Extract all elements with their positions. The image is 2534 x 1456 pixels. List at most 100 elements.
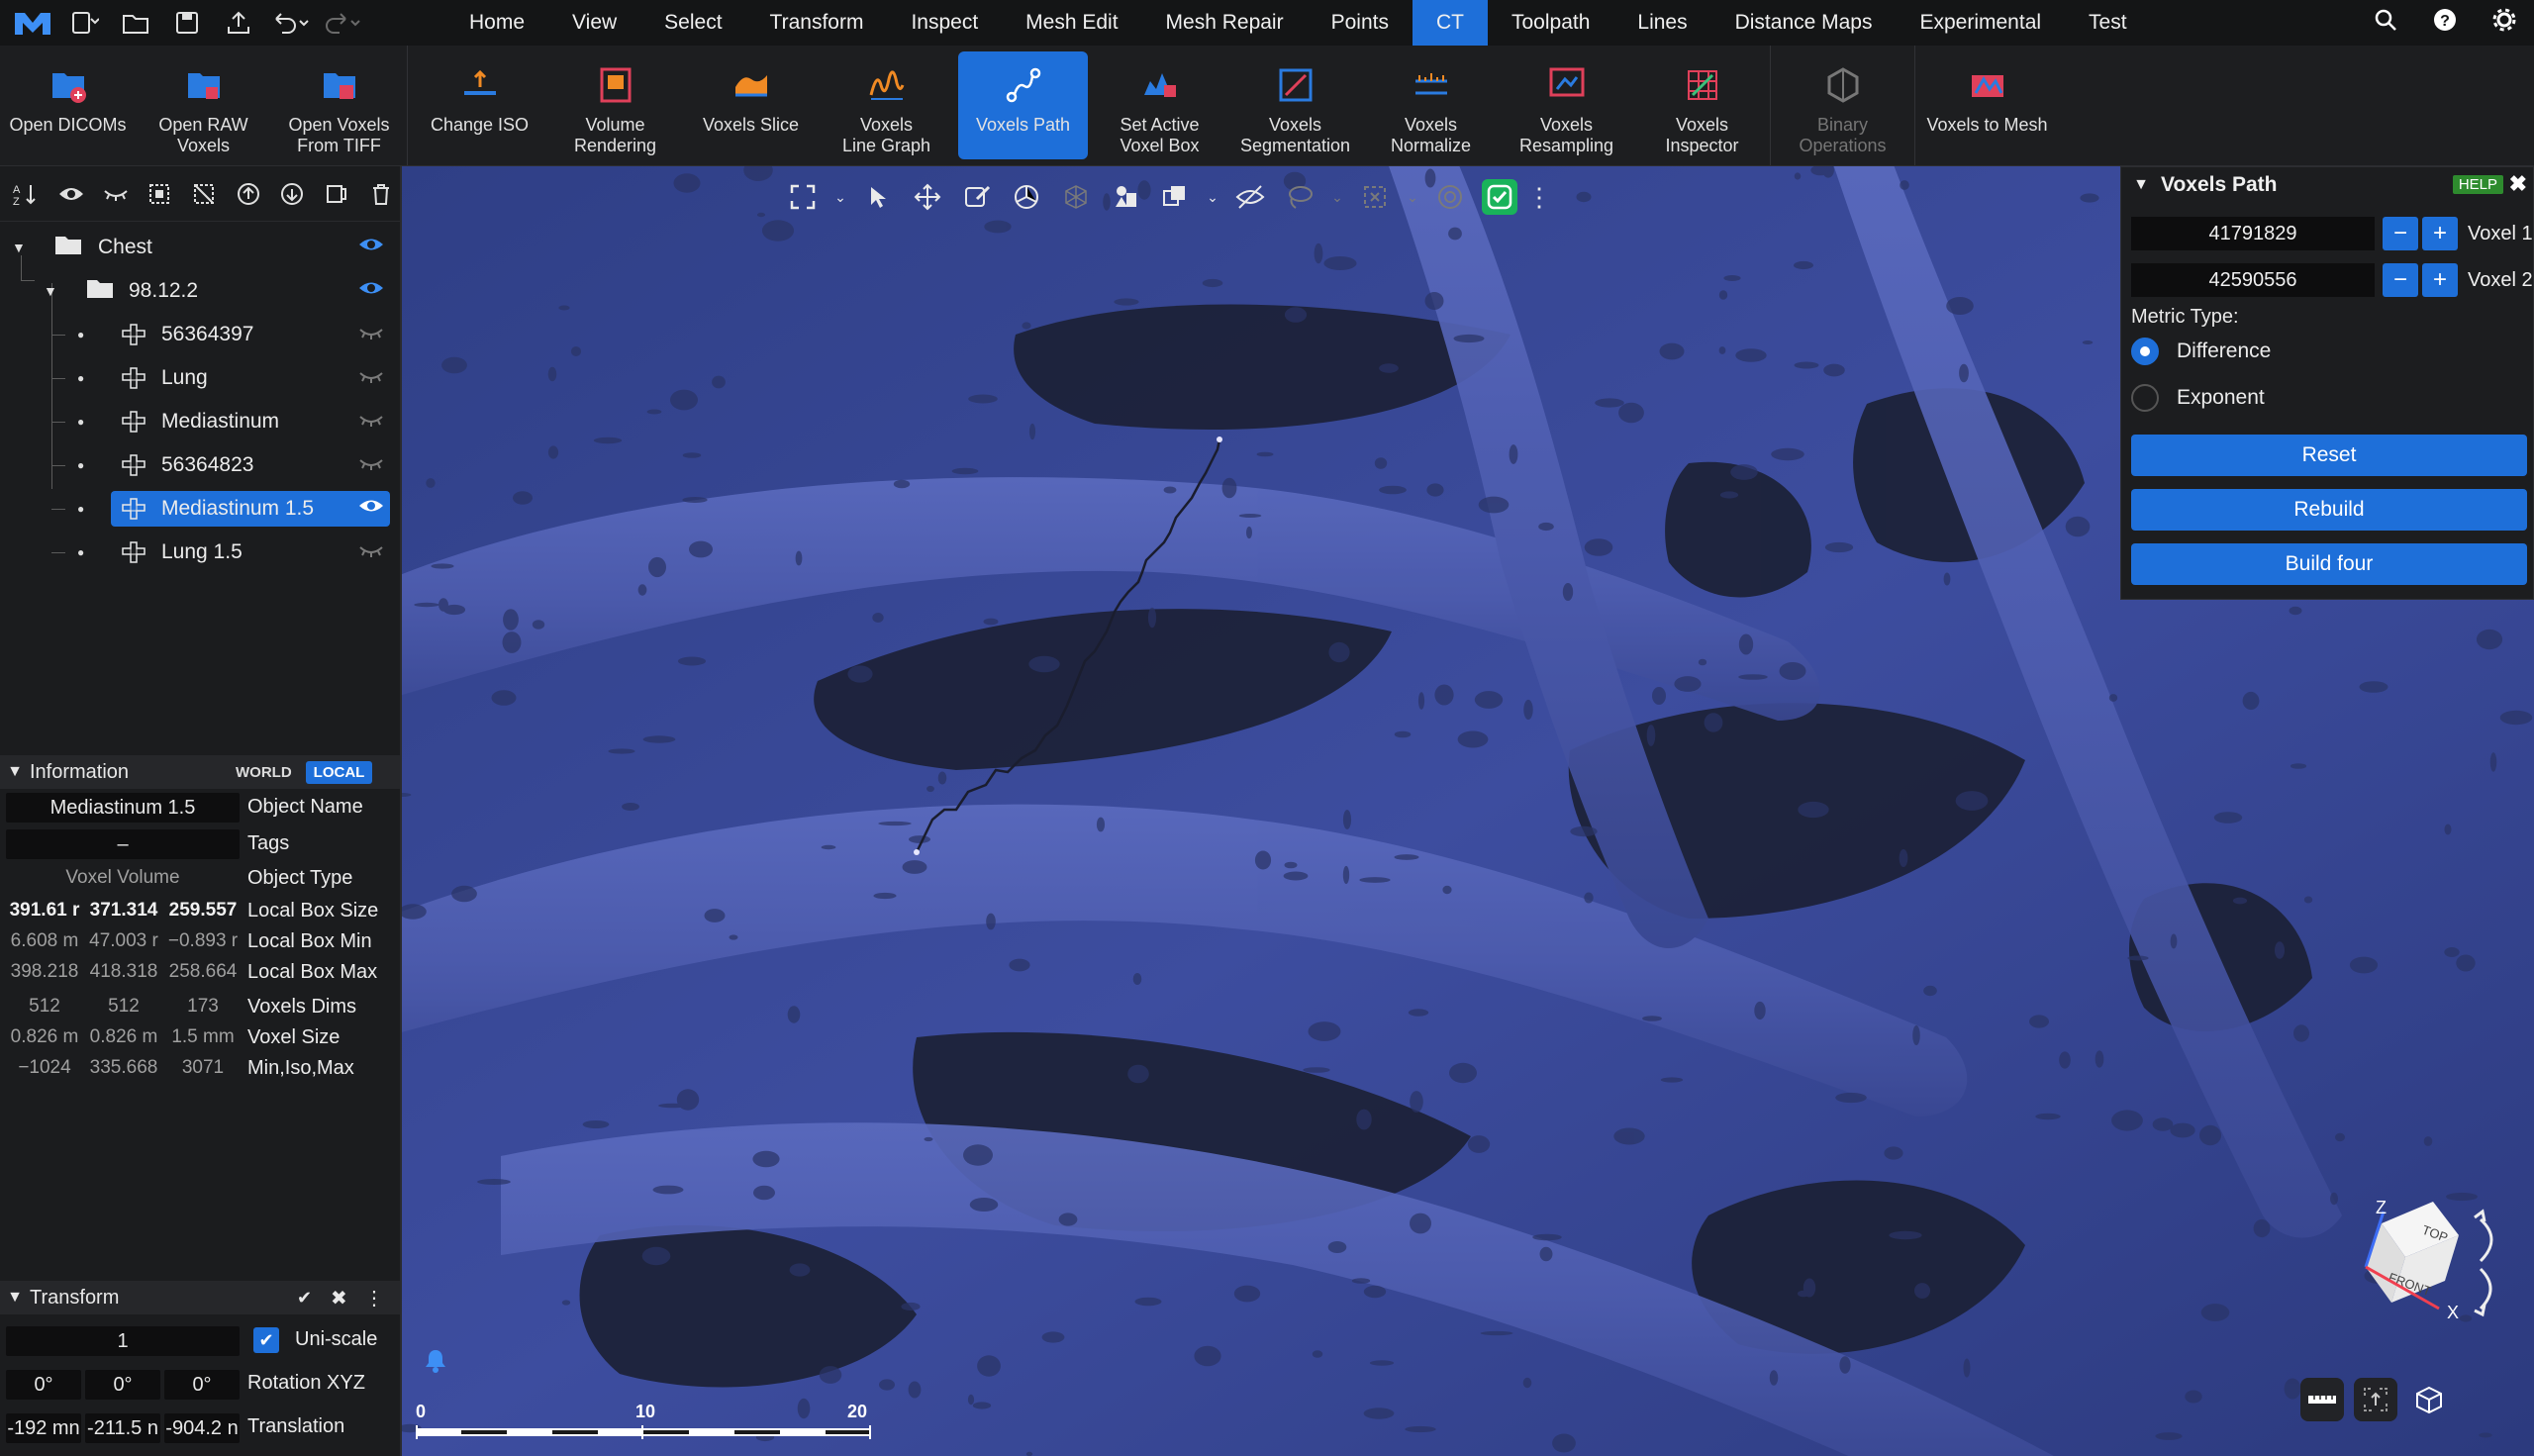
menu-item-distance-maps[interactable]: Distance Maps	[1711, 0, 1897, 46]
translation-input-x[interactable]: -192 mn	[6, 1413, 81, 1443]
ribbon-button-voxels-line-graph[interactable]: Voxels Line Graph	[819, 46, 954, 165]
tree-item-object[interactable]: ● Mediastinum	[0, 400, 400, 443]
box-select-icon[interactable]	[1350, 175, 1400, 219]
app-logo-icon[interactable]	[10, 3, 55, 43]
shapes-icon[interactable]	[1101, 175, 1150, 219]
hidden-eye-icon[interactable]	[358, 541, 384, 564]
perspective-cube-icon[interactable]	[2407, 1378, 2451, 1421]
deselect-icon[interactable]	[185, 174, 224, 214]
ribbon-button-binary-operations[interactable]: Binary Operations	[1775, 46, 1910, 165]
visibility-eye-icon[interactable]	[358, 236, 384, 259]
disabled-target-icon[interactable]	[1425, 175, 1475, 219]
confirm-check-icon[interactable]	[1475, 175, 1524, 219]
ribbon-button-volume-rendering[interactable]: Volume Rendering	[547, 46, 683, 165]
export-icon[interactable]	[216, 3, 261, 43]
rotation-input-y[interactable]: 0°	[85, 1370, 160, 1400]
transform-header[interactable]: ▼ Transform ✔ ✖ ⋮	[0, 1281, 400, 1314]
close-icon[interactable]: ✖	[2509, 171, 2527, 197]
voxel2-increment-button[interactable]: +	[2422, 263, 2458, 297]
search-icon[interactable]	[2356, 7, 2415, 40]
split-icon[interactable]	[318, 174, 356, 214]
visibility-eye-icon[interactable]	[358, 497, 384, 521]
uniscale-checkbox[interactable]: ✔	[253, 1327, 279, 1353]
ribbon-button-voxels-slice[interactable]: Voxels Slice	[683, 46, 819, 165]
ribbon-button-voxels-normalize[interactable]: Voxels Normalize	[1363, 46, 1499, 165]
save-icon[interactable]	[164, 3, 210, 43]
voxel2-decrement-button[interactable]: −	[2383, 263, 2418, 297]
ribbon-button-set-active-voxel-box[interactable]: Set Active Voxel Box	[1092, 46, 1227, 165]
move-up-icon[interactable]	[229, 174, 267, 214]
local-toggle[interactable]: LOCAL	[305, 760, 373, 784]
hide-selection-icon[interactable]	[1225, 175, 1275, 219]
ribbon-button-voxels-resampling[interactable]: Voxels Resampling	[1499, 46, 1634, 165]
ribbon-button-voxels-segmentation[interactable]: Voxels Segmentation	[1227, 46, 1363, 165]
ribbon-button-voxels-to-mesh[interactable]: Voxels to Mesh	[1919, 46, 2055, 165]
tree-item-object[interactable]: ● 56364397	[0, 313, 400, 356]
voxel1-increment-button[interactable]: +	[2422, 217, 2458, 250]
hidden-eye-icon[interactable]	[358, 411, 384, 434]
hide-all-icon[interactable]	[96, 174, 135, 214]
path-end-point[interactable]	[1217, 437, 1222, 442]
ribbon-button-voxels-inspector[interactable]: Voxels Inspector	[1634, 46, 1770, 165]
ribbon-button-change-iso[interactable]: Change ISO	[412, 46, 547, 165]
ribbon-button-open-dicoms[interactable]: Open DICOMs	[0, 46, 136, 165]
ribbon-button-open-voxels-from-tiff[interactable]: Open Voxels From TIFF	[271, 46, 407, 165]
metric-difference-radio[interactable]: Difference	[2131, 338, 2271, 365]
ruler-icon[interactable]	[2300, 1378, 2344, 1421]
voxels-path-header[interactable]: ▼ Voxels Path HELP ✖	[2121, 167, 2533, 203]
menu-item-mesh-repair[interactable]: Mesh Repair	[1142, 0, 1308, 46]
boolean-icon[interactable]	[1150, 175, 1200, 219]
view-cube[interactable]: TOP FRONT Z X	[2322, 1196, 2520, 1364]
menu-item-select[interactable]: Select	[640, 0, 745, 46]
open-folder-icon[interactable]	[113, 3, 158, 43]
chevron-down-icon[interactable]: ⌄	[1324, 175, 1350, 219]
metric-exponent-radio[interactable]: Exponent	[2131, 384, 2265, 412]
rotation-input-z[interactable]: 0°	[164, 1370, 240, 1400]
information-header[interactable]: ▼ Information WORLD LOCAL	[0, 755, 400, 789]
tree-item-object[interactable]: ● Lung 1.5	[0, 531, 400, 574]
rebuild-button[interactable]: Rebuild	[2131, 489, 2527, 531]
voxel1-input[interactable]: 41791829	[2131, 217, 2375, 250]
tree-item-object[interactable]: ● 56364823	[0, 443, 400, 487]
path-start-point[interactable]	[914, 849, 920, 855]
world-toggle[interactable]: WORLD	[228, 761, 300, 784]
tree-item-chest[interactable]: ▼ Chest	[0, 226, 400, 269]
voxel1-decrement-button[interactable]: −	[2383, 217, 2418, 250]
show-all-eye-icon[interactable]	[52, 174, 91, 214]
orbit-icon[interactable]	[1002, 175, 1051, 219]
menu-item-experimental[interactable]: Experimental	[1896, 0, 2065, 46]
help-icon[interactable]: ?	[2415, 7, 2475, 40]
menu-item-transform[interactable]: Transform	[746, 0, 888, 46]
rotation-input-x[interactable]: 0°	[6, 1370, 81, 1400]
translation-input-z[interactable]: -904.2 n	[164, 1413, 240, 1443]
lasso-icon[interactable]	[1275, 175, 1324, 219]
fit-view-icon[interactable]	[778, 175, 828, 219]
ribbon-button-open-raw-voxels[interactable]: Open RAW Voxels	[136, 46, 271, 165]
select-all-icon[interactable]	[141, 174, 179, 214]
chevron-down-icon[interactable]: ▼	[12, 240, 26, 255]
chevron-down-icon[interactable]: ▼	[44, 283, 57, 299]
visibility-eye-icon[interactable]	[358, 279, 384, 303]
menu-item-home[interactable]: Home	[445, 0, 548, 46]
more-options-icon[interactable]: ⋮	[1524, 175, 1554, 219]
move-down-icon[interactable]	[273, 174, 312, 214]
build-four-button[interactable]: Build four	[2131, 543, 2527, 585]
notification-bell-icon[interactable]	[422, 1346, 449, 1374]
menu-item-inspect[interactable]: Inspect	[887, 0, 1002, 46]
menu-item-view[interactable]: View	[548, 0, 640, 46]
tree-item-folder[interactable]: ▼ 98.12.2	[0, 269, 400, 313]
sort-icon[interactable]: AZ	[8, 174, 47, 214]
scale-input[interactable]: 1	[6, 1326, 240, 1356]
undo-icon[interactable]	[267, 3, 313, 43]
menu-item-points[interactable]: Points	[1308, 0, 1413, 46]
tree-item-object[interactable]: ● Mediastinum 1.5	[0, 487, 400, 531]
ribbon-button-voxels-path[interactable]: Voxels Path	[958, 51, 1088, 159]
menu-item-test[interactable]: Test	[2065, 0, 2151, 46]
chevron-down-icon[interactable]: ⌄	[1200, 175, 1225, 219]
voxel2-input[interactable]: 42590556	[2131, 263, 2375, 297]
hidden-eye-icon[interactable]	[358, 367, 384, 390]
redo-icon[interactable]	[319, 3, 364, 43]
chevron-down-icon[interactable]: ▼	[2121, 176, 2161, 194]
delete-trash-icon[interactable]	[361, 174, 400, 214]
help-button[interactable]: HELP	[2452, 175, 2503, 194]
